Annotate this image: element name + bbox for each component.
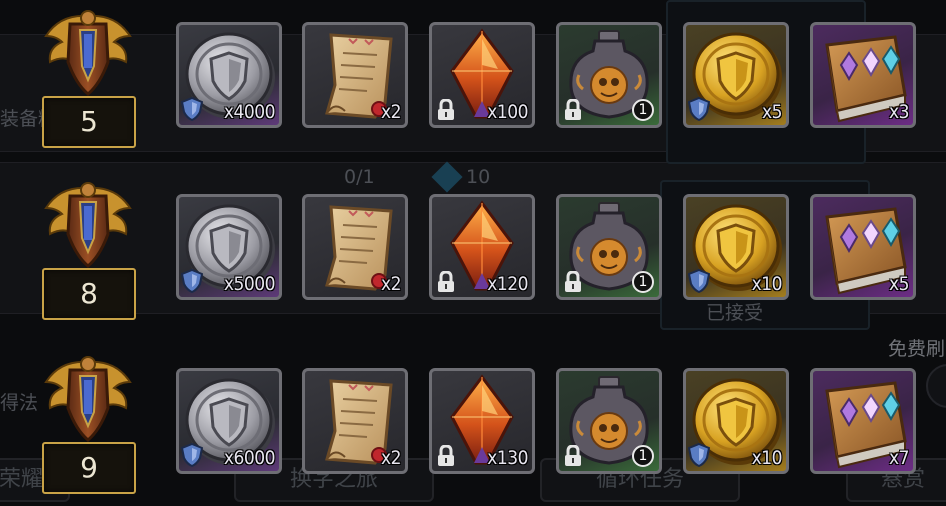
reward-slot[interactable]: x120 [429,194,535,300]
lock-icon [436,270,456,293]
item-quantity: x100 [487,101,528,123]
reward-slot[interactable]: x6000 [176,368,282,474]
reward-slot[interactable]: x2 [302,194,408,300]
reward-slot[interactable]: x5 [683,22,789,128]
count-badge: 1 [632,99,654,121]
reward-row: 8 x5000 x2 x120 1 x10 x5 [0,172,946,320]
reward-slot[interactable]: x10 [683,368,789,474]
item-quantity: x2 [381,101,402,123]
reward-slot[interactable]: x2 [302,22,408,128]
item-quantity: x5000 [223,273,276,295]
reward-slot[interactable]: x7 [810,368,916,474]
rank-value: 8 [42,268,136,320]
item-quantity: x2 [381,273,402,295]
shield-badge-icon [687,442,711,468]
rank-emblem-icon [40,178,136,268]
reward-slot[interactable]: 1 [556,194,662,300]
item-quantity: x6000 [223,447,276,469]
item-quantity: x120 [487,273,528,295]
reward-slot[interactable]: x5 [810,194,916,300]
shield-badge-icon [180,96,204,122]
reward-slot[interactable]: 1 [556,22,662,128]
item-quantity: x10 [751,447,783,469]
reward-slot[interactable]: x130 [429,368,535,474]
lock-icon [436,98,456,121]
item-quantity: x7 [889,447,910,469]
shield-badge-icon [180,442,204,468]
reward-slot[interactable]: 1 [556,368,662,474]
shield-badge-icon [687,96,711,122]
reward-slot[interactable]: x2 [302,368,408,474]
item-quantity: x3 [889,101,910,123]
reward-slot[interactable]: x4000 [176,22,282,128]
count-badge: 1 [632,271,654,293]
shield-badge-icon [180,268,204,294]
reward-slot[interactable]: x3 [810,22,916,128]
lock-icon [436,444,456,467]
lock-icon [563,270,583,293]
rank-value: 5 [42,96,136,148]
reward-slot[interactable]: x5000 [176,194,282,300]
reward-slot[interactable]: x10 [683,194,789,300]
item-quantity: x130 [487,447,528,469]
item-quantity: x5 [762,101,783,123]
item-quantity: x10 [751,273,783,295]
reward-row: 9 x6000 x2 x130 1 x10 x7 [0,346,946,494]
lock-icon [563,444,583,467]
rank-emblem-icon [40,352,136,442]
count-badge: 1 [632,445,654,467]
lock-icon [563,98,583,121]
shield-badge-icon [687,268,711,294]
item-quantity: x5 [889,273,910,295]
rank-emblem-icon [40,6,136,96]
item-quantity: x2 [381,447,402,469]
reward-row: 5 x4000 x2 x100 1 x5 x3 [0,0,946,148]
reward-slot[interactable]: x100 [429,22,535,128]
rank-value: 9 [42,442,136,494]
item-quantity: x4000 [223,101,276,123]
